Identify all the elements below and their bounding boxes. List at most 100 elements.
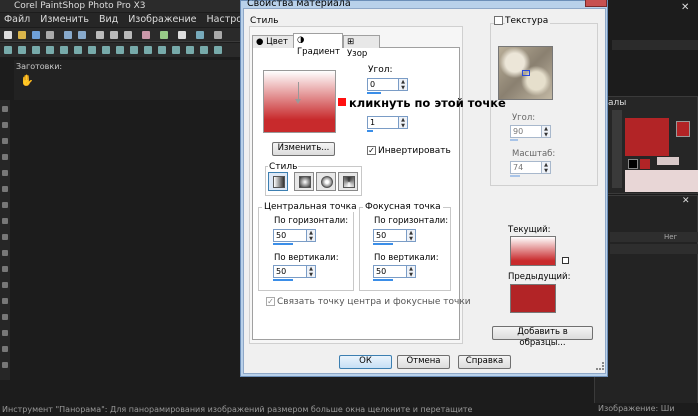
palette-toggle-icon[interactable] — [172, 46, 180, 54]
texture-angle-spinner[interactable]: ▲ ▼ — [541, 125, 551, 138]
rectangular-style-button[interactable] — [294, 172, 314, 191]
menu-file[interactable]: Файл — [4, 13, 30, 27]
settings-icon[interactable] — [214, 31, 222, 39]
click-point-marker[interactable] — [338, 98, 346, 106]
close-button[interactable] — [585, 0, 607, 7]
resize-icon[interactable] — [160, 31, 168, 39]
palette-toggle-icon[interactable] — [130, 46, 138, 54]
repeats-slider-bar[interactable] — [367, 130, 373, 132]
tool-icon[interactable] — [2, 154, 8, 160]
palette-toggle-icon[interactable] — [144, 46, 152, 54]
palette-toggle-icon[interactable] — [4, 46, 12, 54]
ok-button[interactable]: ОК — [339, 355, 392, 369]
open-folder-icon[interactable] — [18, 31, 26, 39]
background-color-swatch[interactable] — [676, 121, 690, 137]
palette-toggle-icon[interactable] — [32, 46, 40, 54]
close-icon[interactable]: ✕ — [682, 196, 690, 206]
layer-row[interactable] — [610, 244, 698, 254]
print-icon[interactable] — [46, 31, 54, 39]
texture-scale-slider[interactable] — [510, 175, 520, 177]
repeats-spinner[interactable]: ▲ ▼ — [398, 116, 408, 129]
material-preview[interactable] — [625, 170, 698, 192]
tool-icon[interactable] — [2, 138, 8, 144]
focal-v-input[interactable]: 50 — [373, 265, 407, 278]
center-h-input[interactable]: 50 — [273, 229, 307, 242]
edit-gradient-button[interactable]: Изменить... — [272, 142, 335, 156]
color-swatch[interactable] — [628, 159, 638, 169]
tab-color[interactable]: ● Цвет — [252, 35, 294, 48]
layers-icon[interactable] — [196, 31, 204, 39]
center-h-spinner[interactable]: ▲ ▼ — [306, 229, 316, 242]
pan-hand-icon[interactable]: ✋ — [20, 74, 34, 87]
linear-style-button[interactable] — [268, 172, 288, 191]
angle-slider-bar[interactable] — [367, 92, 381, 94]
resize-grip-icon[interactable] — [596, 362, 604, 370]
tab-pattern[interactable]: ⊞ Узор — [343, 35, 380, 59]
tool-icon[interactable] — [2, 106, 8, 112]
swap-material-icon[interactable] — [562, 257, 569, 264]
cut-icon[interactable] — [96, 31, 104, 39]
texture-angle-slider[interactable] — [510, 139, 518, 141]
palette-toggle-icon[interactable] — [102, 46, 110, 54]
tool-icon[interactable] — [2, 298, 8, 304]
tool-icon[interactable] — [2, 218, 8, 224]
tool-icon[interactable] — [2, 250, 8, 256]
tool-icon[interactable] — [2, 234, 8, 240]
angle-spinner[interactable]: ▲ ▼ — [398, 78, 408, 91]
center-h-slider[interactable] — [273, 243, 293, 245]
crop-icon[interactable] — [142, 31, 150, 39]
materials-swatch-strip[interactable] — [612, 110, 622, 188]
focal-h-input[interactable]: 50 — [373, 229, 407, 242]
foreground-color-swatch[interactable] — [625, 118, 669, 156]
tab-gradient[interactable]: ◑ Градиент — [293, 33, 343, 57]
tool-icon[interactable] — [2, 282, 8, 288]
tool-icon[interactable] — [2, 362, 8, 368]
palette-toggle-icon[interactable] — [18, 46, 26, 54]
palette-toggle-icon[interactable] — [116, 46, 124, 54]
focal-v-slider[interactable] — [373, 279, 393, 281]
focal-v-spinner[interactable]: ▲ ▼ — [406, 265, 416, 278]
sunburst-style-button[interactable] — [316, 172, 336, 191]
center-v-input[interactable]: 50 — [273, 265, 307, 278]
palette-toggle-icon[interactable] — [214, 46, 222, 54]
texture-checkbox[interactable] — [494, 16, 503, 25]
tool-icon[interactable] — [2, 266, 8, 272]
texture-angle-input[interactable]: 90 — [510, 125, 542, 138]
undo-icon[interactable] — [64, 31, 72, 39]
palette-toggle-icon[interactable] — [60, 46, 68, 54]
texture-scale-input[interactable]: 74 — [510, 161, 542, 174]
repeats-input[interactable]: 1 — [367, 116, 399, 129]
redo-icon[interactable] — [78, 31, 86, 39]
tool-icon[interactable] — [2, 314, 8, 320]
tool-icon[interactable] — [2, 186, 8, 192]
radial-style-button[interactable] — [338, 172, 358, 191]
paste-icon[interactable] — [124, 31, 132, 39]
invert-checkbox[interactable]: ✓ — [367, 146, 376, 155]
palette-toggle-icon[interactable] — [200, 46, 208, 54]
help-button[interactable]: Справка — [458, 355, 511, 369]
center-v-spinner[interactable]: ▲ ▼ — [306, 265, 316, 278]
color-swatch[interactable] — [657, 157, 679, 165]
tool-icon[interactable] — [2, 346, 8, 352]
close-icon[interactable]: ✕ — [681, 2, 689, 13]
copy-icon[interactable] — [110, 31, 118, 39]
focal-h-spinner[interactable]: ▲ ▼ — [406, 229, 416, 242]
add-to-swatches-button[interactable]: Добавить в образцы... — [492, 326, 593, 348]
center-v-slider[interactable] — [273, 279, 293, 281]
menu-view[interactable]: Вид — [99, 13, 118, 27]
palette-toggle-icon[interactable] — [88, 46, 96, 54]
cancel-button[interactable]: Отмена — [397, 355, 450, 369]
focal-h-slider[interactable] — [373, 243, 393, 245]
tool-icon[interactable] — [2, 122, 8, 128]
previous-material-swatch[interactable] — [510, 284, 556, 313]
zoom-icon[interactable] — [178, 31, 186, 39]
texture-scale-spinner[interactable]: ▲ ▼ — [541, 161, 551, 174]
new-file-icon[interactable] — [4, 31, 12, 39]
menu-edit[interactable]: Изменить — [40, 13, 89, 27]
tool-icon[interactable] — [2, 330, 8, 336]
color-swatch[interactable] — [640, 159, 650, 169]
palette-toggle-icon[interactable] — [186, 46, 194, 54]
menu-image[interactable]: Изображение — [128, 13, 196, 27]
link-points-checkbox[interactable]: ✓ — [266, 297, 275, 306]
tool-icon[interactable] — [2, 170, 8, 176]
